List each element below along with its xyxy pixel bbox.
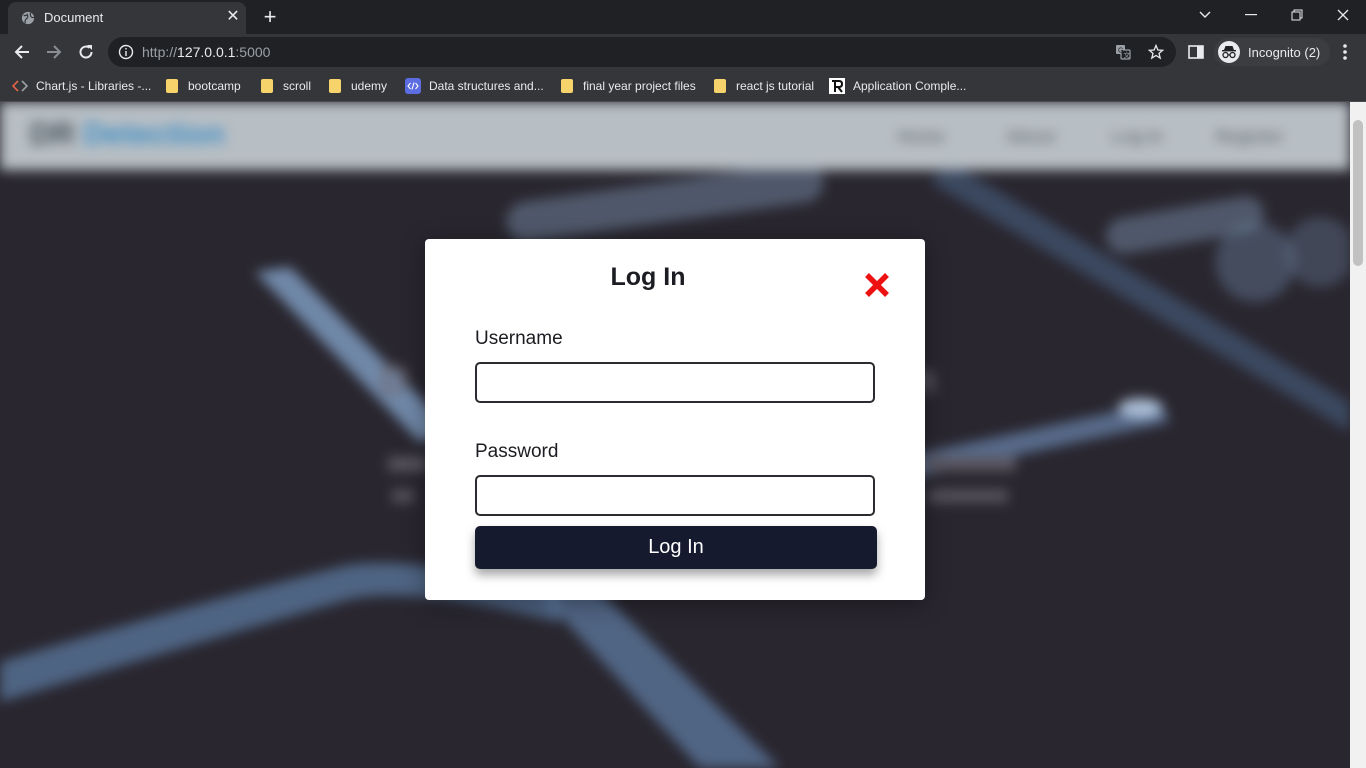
close-icon [1337,9,1349,21]
bookmark-label: Chart.js - Libraries -... [36,79,152,93]
bookmark-item[interactable]: Application Comple... [829,77,966,95]
reload-button[interactable] [72,38,100,66]
new-tab-button[interactable]: + [258,5,282,29]
bookmark-item[interactable]: Chart.js - Libraries -... [12,77,151,95]
star-icon[interactable] [1147,43,1165,61]
bookmark-item[interactable]: Data structures and... [405,77,544,95]
bookmark-label: Data structures and... [429,79,544,93]
incognito-icon [1218,41,1240,63]
translate-icon[interactable]: G文 [1114,43,1132,61]
code-icon [405,78,421,94]
login-modal: Log In Username Password Log In [425,239,925,600]
chartjs-icon [12,78,28,94]
modal-title: Log In [610,263,686,291]
site-brand[interactable]: DR Detection [30,116,225,152]
hero-title-left: D [380,358,409,402]
folder-icon [559,78,575,94]
nav-about[interactable]: About [1006,127,1055,147]
svg-text:文: 文 [1123,51,1130,60]
nav-login[interactable]: Log In [1112,127,1163,147]
r-logo-icon [829,78,845,94]
page-viewport: DR Detection Home About Log In Register … [0,102,1350,768]
bookmark-item[interactable]: final year project files [559,77,696,95]
nav-home[interactable]: Home [898,127,945,147]
hero-text-blur [928,490,1008,502]
more-menu-icon[interactable] [1335,40,1355,64]
bookmark-label: final year project files [583,79,696,93]
close-icon[interactable] [863,271,891,299]
back-button[interactable] [8,38,36,66]
restore-button[interactable] [1274,0,1320,30]
hero-text-blur [926,457,1016,471]
bookmark-label: scroll [283,79,312,93]
tab-search-button[interactable] [1182,0,1228,30]
tab-title: Document [44,10,104,25]
bookmark-item[interactable]: react js tutorial [712,77,814,95]
bookmark-item[interactable]: udemy [327,77,387,95]
username-input[interactable] [475,362,875,403]
hero-text-blur [392,490,414,502]
username-label: Username [475,328,563,349]
page-scrollbar[interactable] [1350,102,1366,768]
folder-icon [164,78,180,94]
bookmark-label: react js tutorial [736,79,815,93]
forward-button[interactable] [40,38,68,66]
folder-icon [259,78,275,94]
address-bar[interactable]: http://127.0.0.1:5000 G文 [108,37,1176,67]
bookmark-item[interactable]: bootcamp [164,77,241,95]
tab-close-icon[interactable]: ✕ [224,8,242,26]
password-label: Password [475,441,559,462]
site-header: DR Detection Home About Log In Register [0,102,1350,170]
brand-part-1: DR [30,116,75,151]
browser-toolbar: http://127.0.0.1:5000 G文 Incognito (2) [0,34,1366,70]
info-icon[interactable] [118,44,134,60]
arrow-right-icon [47,45,62,59]
bookmarks-bar: Chart.js - Libraries -... bootcamp scrol… [0,70,1366,102]
bookmark-label: Application Comple... [853,79,967,93]
url-scheme: http:// [142,44,178,60]
url-port: :5000 [235,44,271,60]
nav-register[interactable]: Register [1216,127,1284,147]
incognito-label: Incognito (2) [1248,44,1321,60]
scrollbar-thumb[interactable] [1353,120,1363,266]
arrow-left-icon [14,45,29,59]
reload-icon [79,45,93,59]
side-panel-icon[interactable] [1186,42,1206,62]
url-text: http://127.0.0.1:5000 [142,44,270,60]
tab-strip: Document ✕ + [0,0,1366,34]
hero-text-blur [388,457,428,471]
url-host: 127.0.0.1 [177,44,236,60]
bookmark-item[interactable]: scroll [259,77,311,95]
bookmark-label: udemy [351,79,388,93]
brand-part-2: Detection [83,116,225,151]
restore-icon [1291,9,1303,21]
login-submit-button[interactable]: Log In [475,526,877,569]
folder-icon [327,78,343,94]
minimize-icon [1245,14,1257,16]
password-input[interactable] [475,475,875,516]
globe-icon [21,11,35,25]
bookmark-label: bootcamp [188,79,241,93]
close-window-button[interactable] [1320,0,1366,30]
folder-icon [712,78,728,94]
incognito-profile-button[interactable]: Incognito (2) [1214,38,1331,66]
chevron-down-icon [1199,11,1211,18]
browser-tab[interactable]: Document ✕ [8,2,246,34]
minimize-button[interactable] [1228,0,1274,30]
